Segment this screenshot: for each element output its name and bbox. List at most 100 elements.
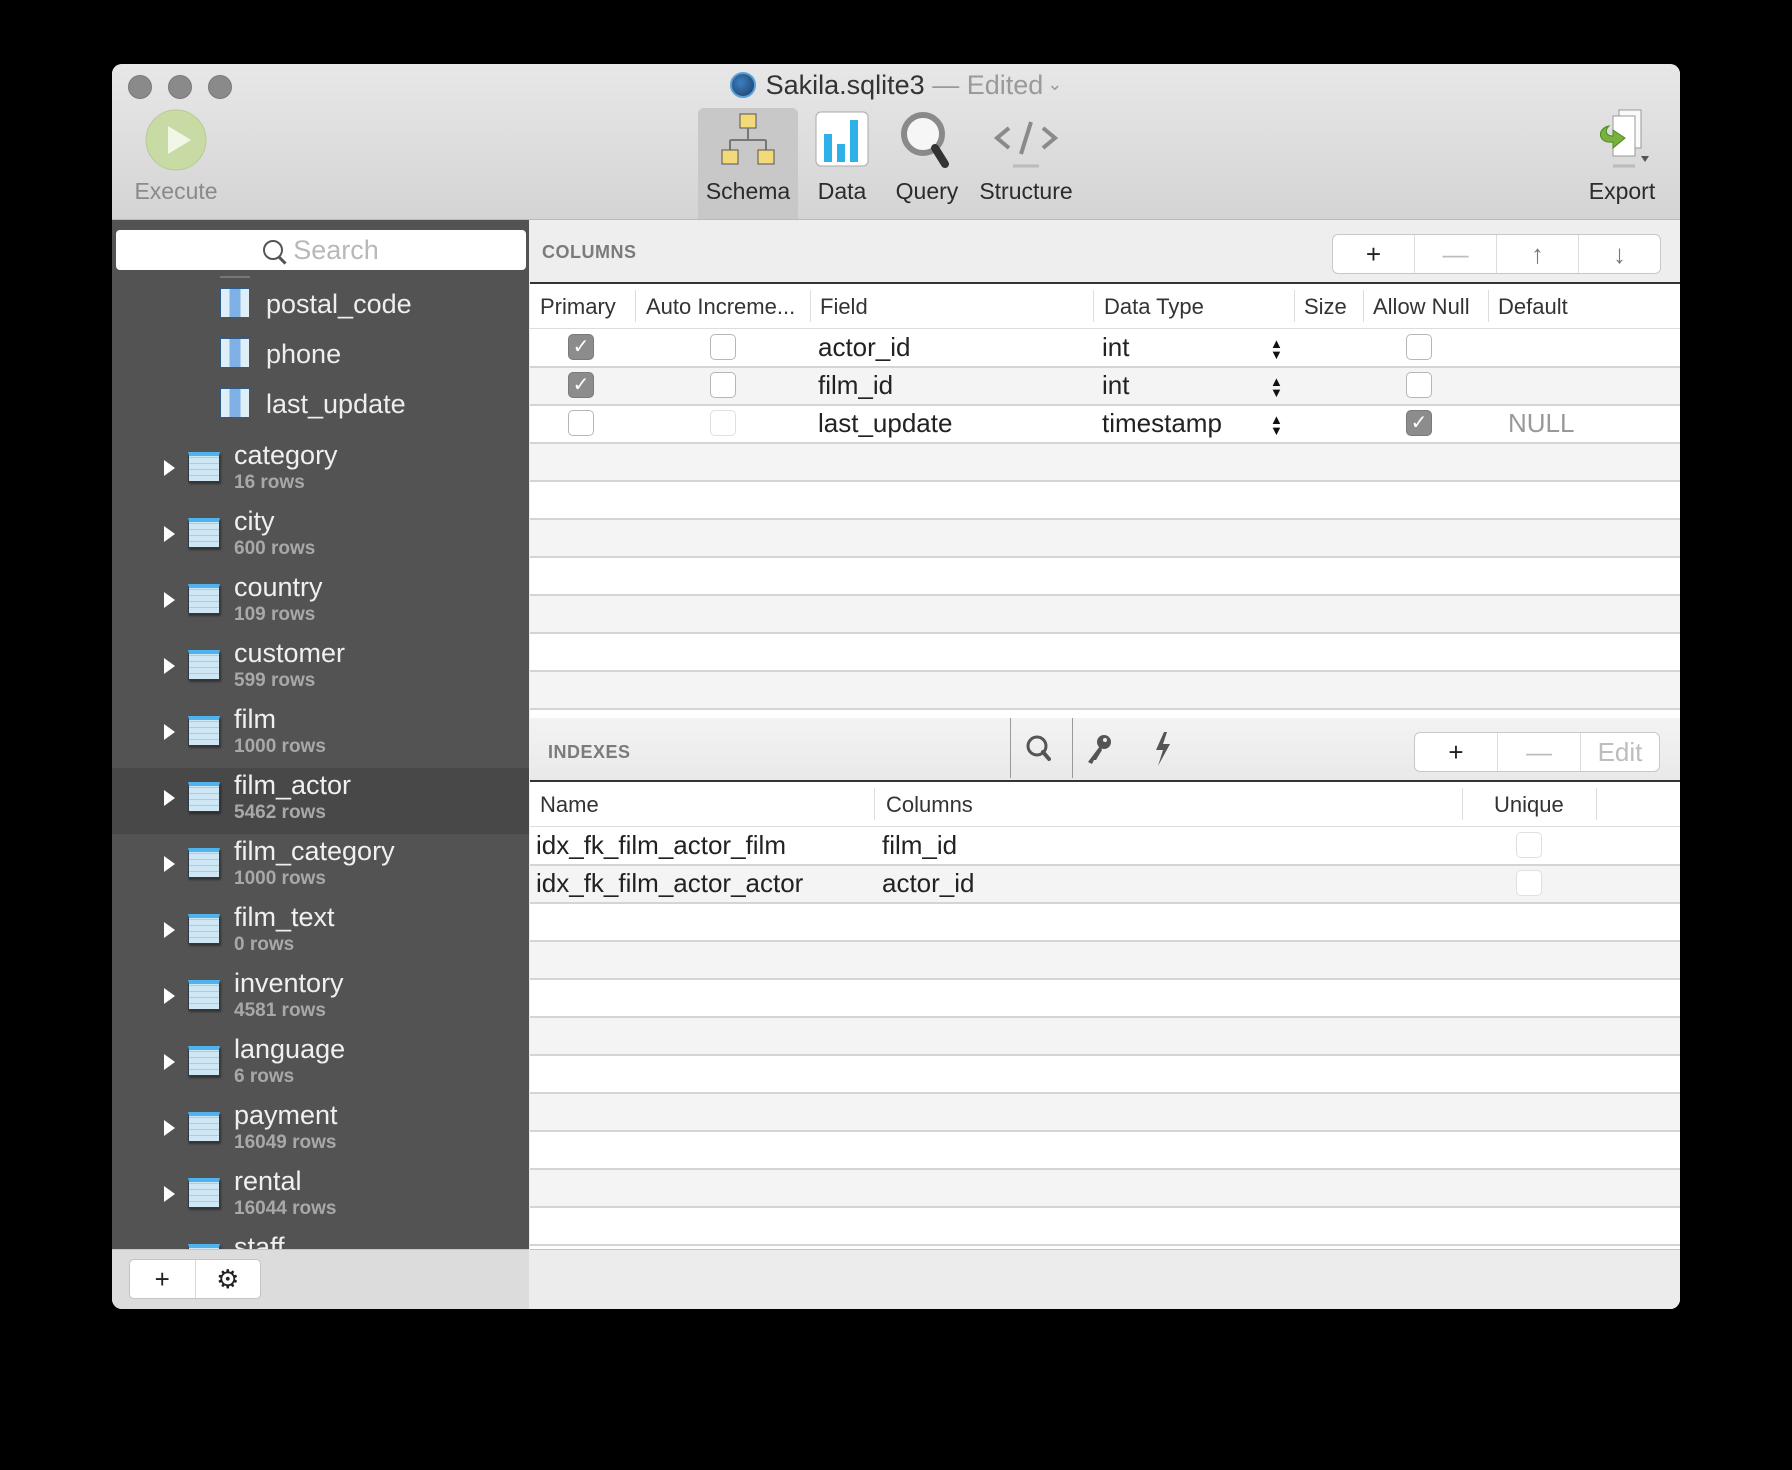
empty-row bbox=[530, 558, 1680, 596]
column-item-phone[interactable]: phone bbox=[220, 338, 341, 378]
index-columns[interactable]: actor_id bbox=[882, 868, 975, 899]
remove-index-button[interactable]: — bbox=[1498, 733, 1581, 771]
primary-checkbox[interactable]: ✓ bbox=[568, 372, 594, 398]
header-columns[interactable]: Columns bbox=[886, 792, 973, 818]
auto-increment-checkbox[interactable] bbox=[710, 334, 736, 360]
unique-checkbox[interactable] bbox=[1516, 870, 1542, 896]
table-item-film-category[interactable]: film_category 1000 rows bbox=[112, 834, 529, 900]
window-title[interactable]: Sakila.sqlite3 — Edited ⌄ bbox=[112, 70, 1680, 101]
header-name[interactable]: Name bbox=[540, 792, 599, 818]
index-name[interactable]: idx_fk_film_actor_film bbox=[536, 830, 786, 861]
export-button[interactable]: Export bbox=[1572, 108, 1672, 205]
add-table-button[interactable]: + bbox=[130, 1260, 196, 1298]
allow-null-checkbox[interactable] bbox=[1406, 334, 1432, 360]
tab-query[interactable]: Query bbox=[882, 108, 972, 205]
move-column-up-button[interactable]: ↑ bbox=[1497, 235, 1579, 273]
settings-gear-icon[interactable]: ⚙ bbox=[196, 1260, 261, 1298]
disclosure-triangle-icon[interactable] bbox=[164, 592, 175, 608]
indexes-buttons: + — Edit bbox=[1414, 732, 1660, 772]
execute-button[interactable]: Execute bbox=[126, 108, 226, 205]
disclosure-triangle-icon[interactable] bbox=[164, 1120, 175, 1136]
disclosure-triangle-icon[interactable] bbox=[164, 658, 175, 674]
table-row-count: 600 rows bbox=[234, 538, 316, 559]
table-row-count: 1000 rows bbox=[234, 736, 326, 757]
column-row[interactable]: ✓ film_id int ▲ ▼ bbox=[530, 368, 1680, 406]
table-icon bbox=[188, 914, 220, 944]
field-name[interactable]: last_update bbox=[818, 408, 952, 439]
column-row[interactable]: last_update timestamp ▲ ▼ ✓ NULL bbox=[530, 406, 1680, 444]
index-row[interactable]: idx_fk_film_actor_film film_id bbox=[530, 828, 1680, 866]
auto-increment-checkbox[interactable] bbox=[710, 372, 736, 398]
table-item-film-text[interactable]: film_text 0 rows bbox=[112, 900, 529, 966]
edited-status: — Edited bbox=[932, 70, 1044, 100]
edit-index-button[interactable]: Edit bbox=[1581, 733, 1659, 771]
index-name[interactable]: idx_fk_film_actor_actor bbox=[536, 868, 803, 899]
table-row-count: 0 rows bbox=[234, 934, 295, 955]
disclosure-triangle-icon[interactable] bbox=[164, 724, 175, 740]
index-search-icon[interactable] bbox=[1022, 718, 1056, 778]
disclosure-triangle-icon[interactable] bbox=[164, 856, 175, 872]
table-item-city[interactable]: city 600 rows bbox=[112, 504, 529, 570]
header-primary[interactable]: Primary bbox=[540, 294, 616, 320]
table-item-category[interactable]: category 16 rows bbox=[112, 438, 529, 504]
table-item-rental[interactable]: rental 16044 rows bbox=[112, 1164, 529, 1230]
table-item-country[interactable]: country 109 rows bbox=[112, 570, 529, 636]
move-column-down-button[interactable]: ↓ bbox=[1579, 235, 1660, 273]
index-columns[interactable]: film_id bbox=[882, 830, 957, 861]
default-value[interactable]: NULL bbox=[1508, 408, 1574, 439]
export-icon bbox=[1587, 108, 1657, 172]
allow-null-checkbox[interactable] bbox=[1406, 372, 1432, 398]
add-index-button[interactable]: + bbox=[1415, 733, 1498, 771]
header-size[interactable]: Size bbox=[1304, 294, 1347, 320]
tab-data[interactable]: Data bbox=[802, 108, 882, 205]
field-name[interactable]: actor_id bbox=[818, 332, 911, 363]
header-allow-null[interactable]: Allow Null bbox=[1373, 294, 1470, 320]
header-default[interactable]: Default bbox=[1498, 294, 1568, 320]
data-type-stepper-icon[interactable]: ▲ ▼ bbox=[1270, 375, 1283, 399]
column-item-last-update[interactable]: last_update bbox=[220, 388, 406, 428]
field-name[interactable]: film_id bbox=[818, 370, 893, 401]
table-item-film[interactable]: film 1000 rows bbox=[112, 702, 529, 768]
header-unique[interactable]: Unique bbox=[1494, 792, 1564, 818]
remove-column-button[interactable]: — bbox=[1415, 235, 1497, 273]
table-icon bbox=[188, 1046, 220, 1076]
data-type[interactable]: int bbox=[1102, 370, 1129, 401]
index-row[interactable]: idx_fk_film_actor_actor actor_id bbox=[530, 866, 1680, 904]
empty-row bbox=[530, 1018, 1680, 1056]
table-item-staff[interactable]: staff bbox=[112, 1230, 529, 1249]
disclosure-triangle-icon[interactable] bbox=[164, 790, 175, 806]
table-item-film-actor[interactable]: film_actor 5462 rows bbox=[112, 768, 529, 834]
disclosure-triangle-icon[interactable] bbox=[164, 526, 175, 542]
table-item-inventory[interactable]: inventory 4581 rows bbox=[112, 966, 529, 1032]
header-data-type[interactable]: Data Type bbox=[1104, 294, 1204, 320]
schema-icon bbox=[713, 108, 783, 172]
disclosure-triangle-icon[interactable] bbox=[164, 1054, 175, 1070]
add-column-button[interactable]: + bbox=[1333, 235, 1415, 273]
column-name: postal_code bbox=[266, 289, 412, 319]
allow-null-checkbox[interactable]: ✓ bbox=[1406, 410, 1432, 436]
table-name: customer bbox=[234, 638, 346, 668]
disclosure-triangle-icon[interactable] bbox=[164, 922, 175, 938]
tab-structure[interactable]: Structure bbox=[964, 108, 1088, 205]
disclosure-triangle-icon[interactable] bbox=[164, 988, 175, 1004]
search-input[interactable]: Search bbox=[116, 230, 526, 270]
disclosure-triangle-icon[interactable] bbox=[164, 460, 175, 476]
data-type[interactable]: timestamp bbox=[1102, 408, 1222, 439]
primary-checkbox[interactable] bbox=[568, 410, 594, 436]
trigger-lightning-icon[interactable] bbox=[1146, 718, 1180, 778]
tab-schema[interactable]: Schema bbox=[698, 108, 798, 205]
column-item-postal-code[interactable]: postal_code bbox=[220, 288, 412, 328]
header-field[interactable]: Field bbox=[820, 294, 868, 320]
column-row[interactable]: ✓ actor_id int ▲ ▼ bbox=[530, 330, 1680, 368]
primary-checkbox[interactable]: ✓ bbox=[568, 334, 594, 360]
data-type-stepper-icon[interactable]: ▲ ▼ bbox=[1270, 337, 1283, 361]
key-icon[interactable] bbox=[1082, 718, 1116, 778]
table-item-payment[interactable]: payment 16049 rows bbox=[112, 1098, 529, 1164]
disclosure-triangle-icon[interactable] bbox=[164, 1186, 175, 1202]
table-item-language[interactable]: language 6 rows bbox=[112, 1032, 529, 1098]
header-auto-increment[interactable]: Auto Increme... bbox=[646, 294, 795, 320]
unique-checkbox[interactable] bbox=[1516, 832, 1542, 858]
data-type[interactable]: int bbox=[1102, 332, 1129, 363]
data-type-stepper-icon[interactable]: ▲ ▼ bbox=[1270, 413, 1283, 437]
table-item-customer[interactable]: customer 599 rows bbox=[112, 636, 529, 702]
